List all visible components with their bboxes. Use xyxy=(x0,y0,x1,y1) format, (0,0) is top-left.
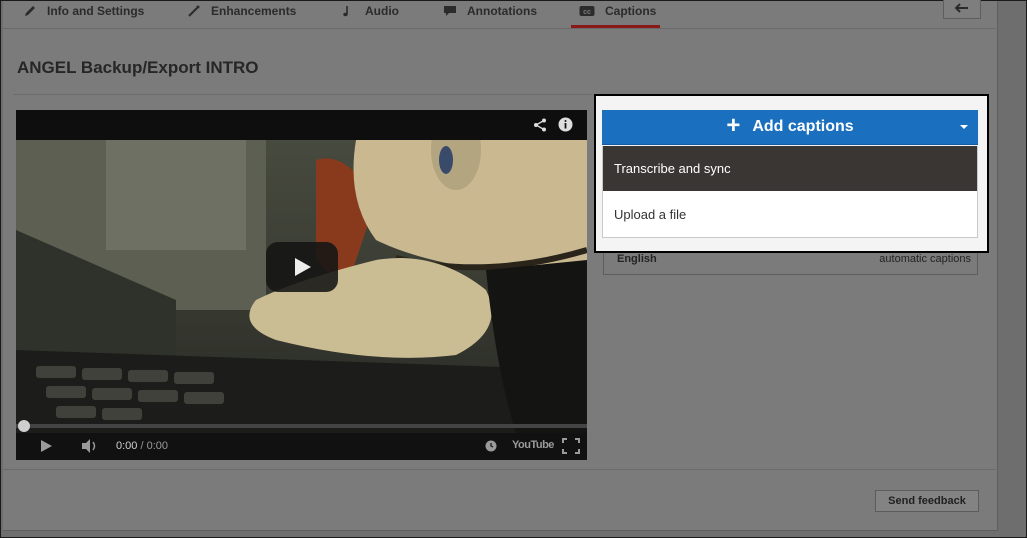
cc-icon: cc xyxy=(579,6,595,16)
active-tab-indicator xyxy=(571,25,660,28)
time-current: 0:00 xyxy=(116,440,138,452)
footer-divider xyxy=(3,469,998,470)
editor-tabs: Info and Settings Enhancements Audio Ann… xyxy=(3,0,998,29)
share-icon[interactable] xyxy=(533,118,547,132)
tab-label: Captions xyxy=(605,4,657,18)
time-total: 0:00 xyxy=(146,440,169,452)
caption-track-language: English xyxy=(617,253,657,265)
dropdown-caret-icon xyxy=(960,125,968,129)
send-feedback-button[interactable]: Send feedback xyxy=(875,490,979,512)
tab-label: Info and Settings xyxy=(47,4,145,18)
play-icon xyxy=(295,258,311,276)
editor-page-dimmed: Info and Settings Enhancements Audio Ann… xyxy=(3,0,998,531)
caption-track-type: automatic captions xyxy=(879,253,971,265)
watch-later-icon[interactable] xyxy=(485,440,497,452)
fullscreen-icon[interactable] xyxy=(562,438,580,454)
time-display: 0:00 / 0:00 xyxy=(116,440,168,452)
youtube-logo-text: YouTube xyxy=(512,439,554,451)
tab-captions[interactable]: cc Captions xyxy=(579,0,656,25)
time-separator: / xyxy=(140,440,144,452)
back-arrow-icon xyxy=(955,3,968,13)
tab-info-and-settings[interactable]: Info and Settings xyxy=(23,0,144,25)
progress-scrubber[interactable] xyxy=(18,420,30,432)
menu-item-label: Transcribe and sync xyxy=(614,161,731,176)
tab-label: Audio xyxy=(365,4,399,18)
menu-item-transcribe-and-sync[interactable]: Transcribe and sync xyxy=(603,146,977,191)
add-captions-button[interactable]: + Add captions xyxy=(602,110,978,145)
title-divider xyxy=(13,94,593,95)
add-captions-label: Add captions xyxy=(752,118,854,135)
menu-item-upload-a-file[interactable]: Upload a file xyxy=(603,192,977,237)
play-button-large[interactable] xyxy=(266,242,338,292)
tab-label: Annotations xyxy=(467,4,537,18)
play-control-icon[interactable] xyxy=(38,438,54,454)
player-controls xyxy=(16,433,587,460)
svg-text:cc: cc xyxy=(583,9,591,16)
wand-icon xyxy=(188,5,200,17)
player-top-bar xyxy=(16,110,587,140)
video-title: ANGEL Backup/Export INTRO xyxy=(17,58,259,77)
tab-audio[interactable]: Audio xyxy=(341,0,399,25)
tab-enhancements[interactable]: Enhancements xyxy=(187,0,296,25)
video-player[interactable]: 0:00 / 0:00 YouTube xyxy=(16,110,587,460)
send-feedback-label: Send feedback xyxy=(888,495,966,507)
music-note-icon xyxy=(343,6,348,17)
info-icon[interactable] xyxy=(558,117,573,132)
add-captions-dropdown-highlight: + Add captions Transcribe and sync Uploa… xyxy=(594,94,989,253)
pencil-icon xyxy=(25,6,35,16)
volume-icon[interactable] xyxy=(80,438,100,454)
plus-icon: + xyxy=(726,112,741,139)
progress-bar[interactable] xyxy=(16,424,587,428)
tab-label: Enhancements xyxy=(211,4,297,18)
speech-bubble-icon xyxy=(444,6,456,16)
screenshot-frame: Info and Settings Enhancements Audio Ann… xyxy=(0,0,1027,538)
add-captions-menu: Transcribe and sync Upload a file xyxy=(602,146,978,238)
menu-item-label: Upload a file xyxy=(614,207,687,222)
youtube-logo[interactable]: YouTube xyxy=(512,439,554,451)
tab-annotations[interactable]: Annotations xyxy=(443,0,537,25)
back-button[interactable] xyxy=(943,0,981,19)
